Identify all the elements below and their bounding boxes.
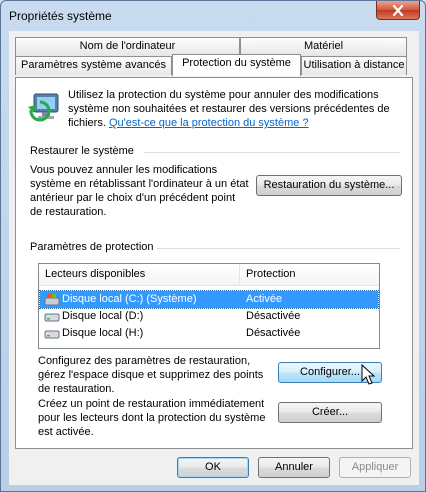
drive-row-c[interactable]: Disque local (C:) (Système) Activée <box>39 290 379 309</box>
window-title: Propriétés système <box>9 9 112 23</box>
system-restore-button[interactable]: Restauration du système... <box>256 175 402 196</box>
drive-icon <box>44 313 60 322</box>
system-properties-window: Propriétés système Nom de l'ordinateur M… <box>0 0 426 492</box>
tab-label: Utilisation à distance <box>303 59 405 71</box>
list-header: Lecteurs disponibles Protection <box>39 264 379 286</box>
protection-divider <box>157 248 400 249</box>
tab-protection-systeme[interactable]: Protection du système <box>172 54 301 76</box>
drives-list[interactable]: Lecteurs disponibles Protection Disque l… <box>38 263 380 349</box>
mouse-cursor-icon <box>361 364 375 385</box>
protection-heading: Paramètres de protection <box>30 241 154 253</box>
tab-parametres-avances[interactable]: Paramètres système avancés <box>15 56 172 75</box>
apply-button[interactable]: Appliquer <box>339 457 411 478</box>
column-header-drives[interactable]: Lecteurs disponibles <box>39 264 145 286</box>
drive-status: Désactivée <box>246 310 301 322</box>
intro-description: Utilisez la protection du système pour a… <box>68 88 398 130</box>
title-bar[interactable]: Propriétés système <box>1 1 425 31</box>
restore-description: Vous pouvez annuler les modifications sy… <box>30 164 249 218</box>
drive-name: Disque local (D:) <box>62 310 144 322</box>
cancel-button[interactable]: Annuler <box>258 457 330 478</box>
tab-label: Paramètres système avancés <box>21 59 166 71</box>
tab-label: Matériel <box>303 40 344 52</box>
column-header-protection[interactable]: Protection <box>240 264 296 286</box>
close-button[interactable] <box>376 1 420 20</box>
help-link[interactable]: Qu'est-ce que la protection du système ? <box>109 117 309 129</box>
tab-label: Protection du système <box>182 57 291 69</box>
drive-name: Disque local (C:) (Système) <box>62 293 197 305</box>
drive-row-d[interactable]: Disque local (D:) Désactivée <box>40 308 378 325</box>
ok-button[interactable]: OK <box>177 457 249 478</box>
tab-label: Nom de l'ordinateur <box>79 40 176 52</box>
tab-utilisation-distance[interactable]: Utilisation à distance <box>301 56 407 75</box>
drive-row-h[interactable]: Disque local (H:) Désactivée <box>40 325 378 342</box>
restore-heading: Restaurer le système <box>30 145 134 157</box>
configure-description: Configurez des paramètres de restauratio… <box>38 355 264 395</box>
system-drive-icon <box>44 294 60 306</box>
restore-divider <box>144 152 400 153</box>
system-protection-icon <box>28 93 59 122</box>
dialog-client-area: Nom de l'ordinateur Matériel Paramètres … <box>9 31 419 485</box>
create-description: Créez un point de restauration immédiate… <box>38 398 266 438</box>
drive-status: Désactivée <box>246 327 301 339</box>
drive-icon <box>44 330 60 339</box>
tab-panel-protection: Utilisez la protection du système pour a… <box>15 77 413 449</box>
close-icon <box>392 4 404 16</box>
create-button[interactable]: Créer... <box>278 402 382 423</box>
drive-name: Disque local (H:) <box>62 327 144 339</box>
drive-status: Activée <box>246 293 283 305</box>
